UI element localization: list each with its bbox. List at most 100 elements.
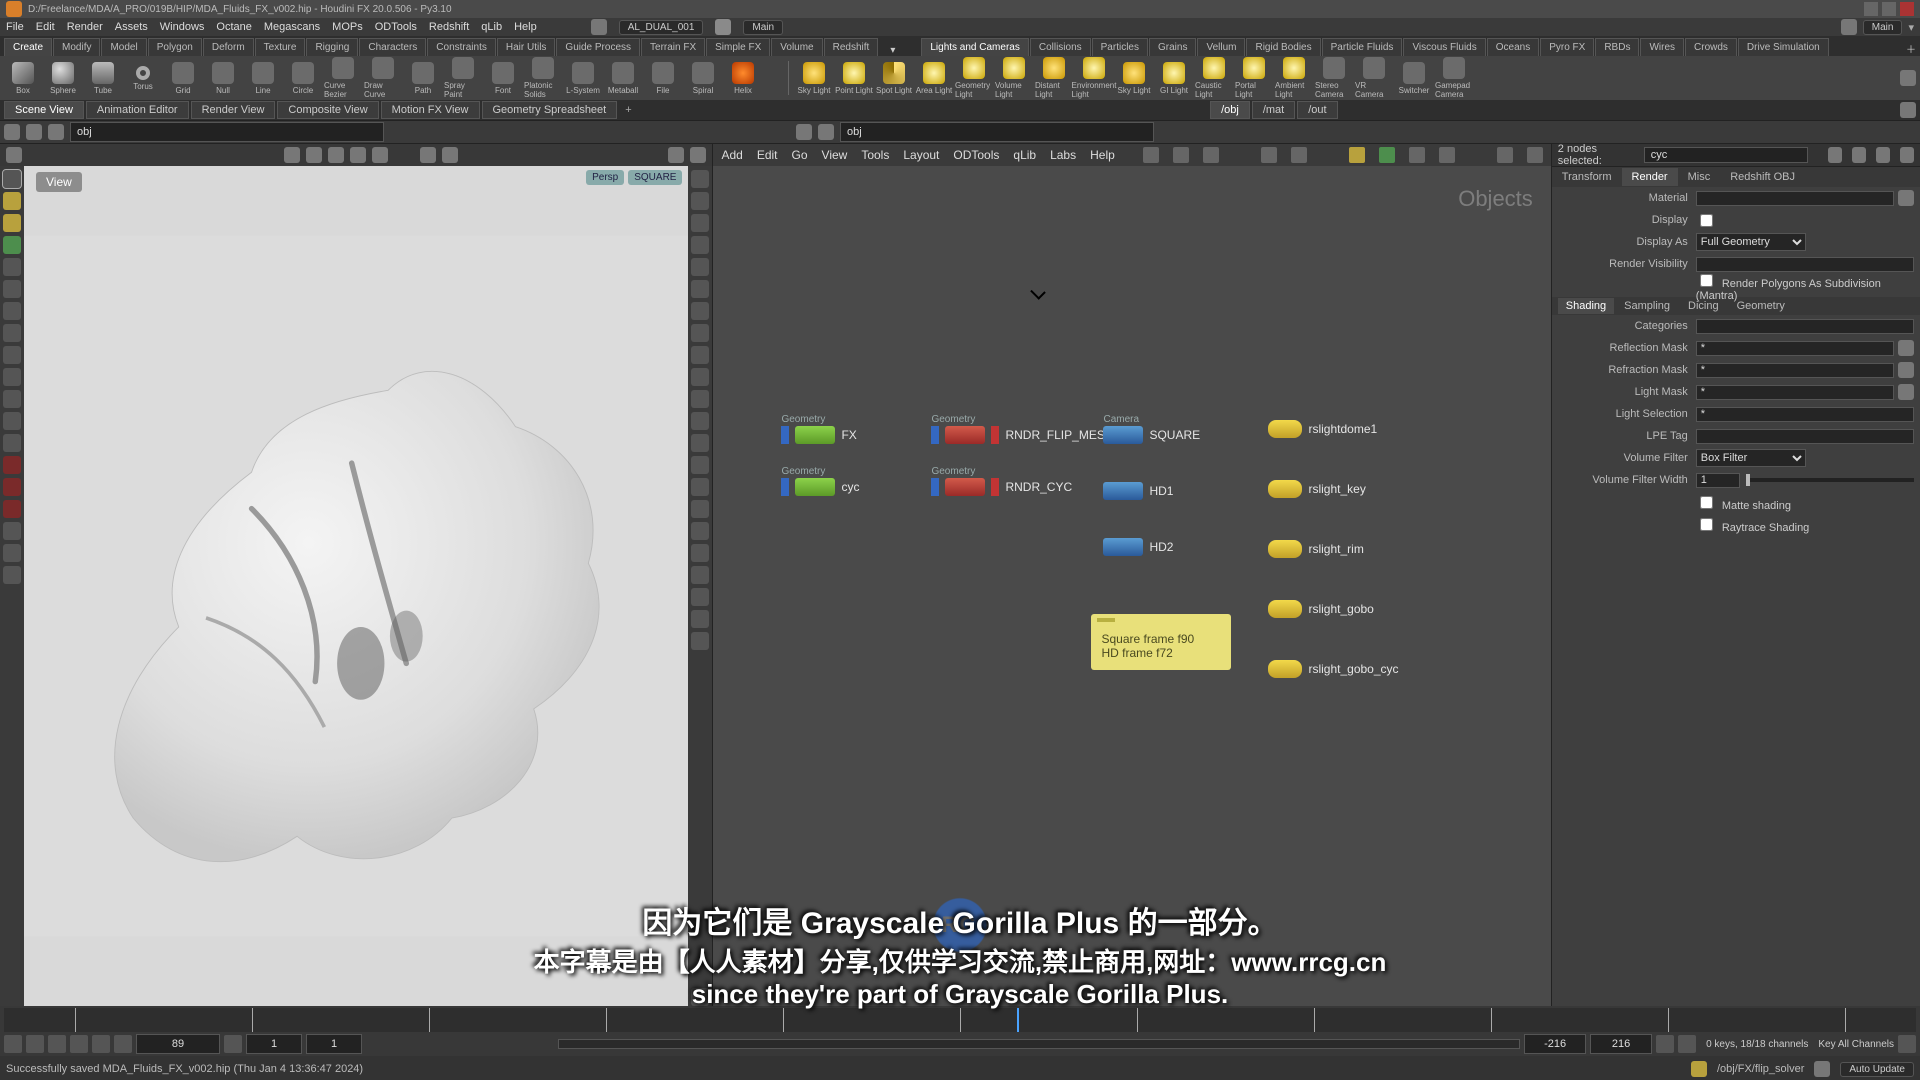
shelf-tool[interactable]: Helix: [724, 62, 762, 95]
shelf-tab[interactable]: Crowds: [1685, 38, 1737, 56]
disp-hull-icon[interactable]: [691, 258, 709, 276]
desktop-main[interactable]: Main: [743, 20, 783, 35]
network-icon[interactable]: [3, 566, 21, 584]
shelf-tab[interactable]: Rigid Bodies: [1246, 38, 1320, 56]
shelf-tool[interactable]: L-System: [564, 62, 602, 95]
shelf-tab[interactable]: Guide Process: [556, 38, 640, 56]
flag-template-icon[interactable]: [1409, 147, 1425, 163]
shelf-tab[interactable]: Model: [101, 38, 146, 56]
ortho-tool-icon[interactable]: [3, 368, 21, 386]
shelf-tab[interactable]: Terrain FX: [641, 38, 705, 56]
menu-help[interactable]: Help: [514, 21, 537, 33]
menu-edit[interactable]: Edit: [36, 21, 55, 33]
shelf-tool[interactable]: Sky Light: [1115, 62, 1153, 95]
op-chooser-icon[interactable]: [1898, 384, 1914, 400]
shelf-tab[interactable]: Deform: [203, 38, 254, 56]
shelf-tool[interactable]: Curve Bezier: [324, 57, 362, 99]
nav-back-icon[interactable]: [4, 124, 20, 140]
network-canvas[interactable]: Objects Geometry FX Geometry cyc Geometr…: [713, 166, 1550, 1006]
display-flag-icon[interactable]: [931, 478, 939, 496]
shelf-tab[interactable]: Vellum: [1197, 38, 1245, 56]
net-menu-view[interactable]: View: [822, 148, 848, 162]
shelf-tool[interactable]: Torus: [124, 66, 162, 91]
param-tab[interactable]: Misc: [1678, 168, 1721, 186]
net-menu-qlib[interactable]: qLib: [1013, 148, 1036, 162]
net-menu-odtools[interactable]: ODTools: [953, 148, 999, 162]
shelf-tool[interactable]: Volume Light: [995, 57, 1033, 99]
wrench-icon[interactable]: [1143, 147, 1159, 163]
snap-icon[interactable]: [372, 147, 388, 163]
shelf-tool[interactable]: Switcher: [1395, 62, 1433, 95]
grid4-icon[interactable]: [1261, 147, 1277, 163]
disp-field-icon[interactable]: [691, 544, 709, 562]
center-pivot-icon[interactable]: [691, 988, 709, 1006]
raytrace-checkbox[interactable]: [1700, 518, 1713, 531]
handle-tool-icon[interactable]: [3, 192, 21, 210]
disp-safe-icon[interactable]: [691, 522, 709, 540]
shelf-tab[interactable]: Characters: [359, 38, 426, 56]
node-geo-cyc[interactable]: Geometry cyc: [781, 478, 859, 496]
chevron-down-icon[interactable]: ▾: [1908, 21, 1914, 34]
matte-checkbox[interactable]: [1700, 496, 1713, 509]
move-tool-icon[interactable]: [3, 258, 21, 276]
disp-guide-icon[interactable]: [691, 500, 709, 518]
shelf-tool[interactable]: Null: [204, 62, 242, 95]
shelf-tool[interactable]: Gamepad Camera: [1435, 57, 1473, 99]
render-region-icon[interactable]: [3, 456, 21, 474]
node-cam-hd1[interactable]: HD1: [1103, 482, 1173, 500]
help-icon[interactable]: [690, 147, 706, 163]
display-flag-icon[interactable]: [781, 478, 789, 496]
shelf-tab[interactable]: Particles: [1092, 38, 1148, 56]
shelf-tool[interactable]: Sphere: [44, 62, 82, 95]
select-icon[interactable]: [284, 147, 300, 163]
shelf-tab[interactable]: Grains: [1149, 38, 1196, 56]
light-mask-input[interactable]: [1696, 385, 1894, 400]
node-geo-fx[interactable]: Geometry FX: [781, 426, 856, 444]
pane-tab[interactable]: Animation Editor: [86, 101, 189, 119]
pin-icon[interactable]: [1852, 147, 1866, 163]
rotate-tool-icon[interactable]: [3, 280, 21, 298]
shelf-tool[interactable]: Platonic Solids: [524, 57, 562, 99]
shelf-tab[interactable]: Create: [4, 38, 52, 56]
subtab[interactable]: Shading: [1558, 298, 1614, 314]
camera-icon[interactable]: [442, 147, 458, 163]
disp-color-icon[interactable]: [691, 632, 709, 650]
subtab[interactable]: Geometry: [1729, 298, 1793, 314]
tree-icon[interactable]: [1203, 147, 1219, 163]
last-frame-icon[interactable]: [114, 1035, 132, 1053]
refresh-icon[interactable]: [1814, 1061, 1830, 1077]
pane-tab[interactable]: Geometry Spreadsheet: [482, 101, 618, 119]
shelf-tab[interactable]: Viscous Fluids: [1403, 38, 1485, 56]
network-tab[interactable]: /mat: [1252, 101, 1295, 119]
shelf-tool[interactable]: Circle: [284, 62, 322, 95]
node-light-dome[interactable]: rslightdome1: [1268, 420, 1377, 438]
camera-persp-badge[interactable]: Persp: [586, 170, 624, 185]
snapshot-icon[interactable]: [3, 500, 21, 518]
range-high-input[interactable]: [1590, 1034, 1652, 1054]
display-as-select[interactable]: Full Geometry: [1696, 233, 1806, 251]
disp-cam-icon[interactable]: [691, 456, 709, 474]
subtab[interactable]: Sampling: [1616, 298, 1678, 314]
move-icon[interactable]: [306, 147, 322, 163]
disp-light-icon[interactable]: [691, 346, 709, 364]
grid9-icon[interactable]: [1291, 147, 1307, 163]
refraction-mask-input[interactable]: [1696, 363, 1894, 378]
shelf-tab[interactable]: Constraints: [427, 38, 496, 56]
shelf-tool[interactable]: Sky Light: [795, 62, 833, 95]
flag-bypass-icon[interactable]: [1439, 147, 1455, 163]
shelf-tool[interactable]: Area Light: [915, 62, 953, 95]
play-icon[interactable]: [70, 1035, 88, 1053]
desktop-right[interactable]: Main: [1863, 20, 1903, 35]
display-checkbox[interactable]: [1700, 214, 1713, 227]
shelf-tab[interactable]: Oceans: [1487, 38, 1539, 56]
shelf-tab[interactable]: Hair Utils: [497, 38, 556, 56]
disp-smooth-icon[interactable]: [691, 324, 709, 342]
playhead[interactable]: [1017, 1008, 1019, 1032]
render-flag-icon[interactable]: [991, 478, 999, 496]
node-rndr-flip[interactable]: Geometry RNDR_FLIP_MESH: [931, 426, 1113, 444]
shelf-tool[interactable]: Spray Paint: [444, 57, 482, 99]
shelf-tab[interactable]: Lights and Cameras: [921, 38, 1029, 56]
node-cam-square[interactable]: Camera SQUARE: [1103, 426, 1200, 444]
update-mode-select[interactable]: Auto Update: [1840, 1062, 1914, 1077]
display-options-icon[interactable]: [668, 147, 684, 163]
